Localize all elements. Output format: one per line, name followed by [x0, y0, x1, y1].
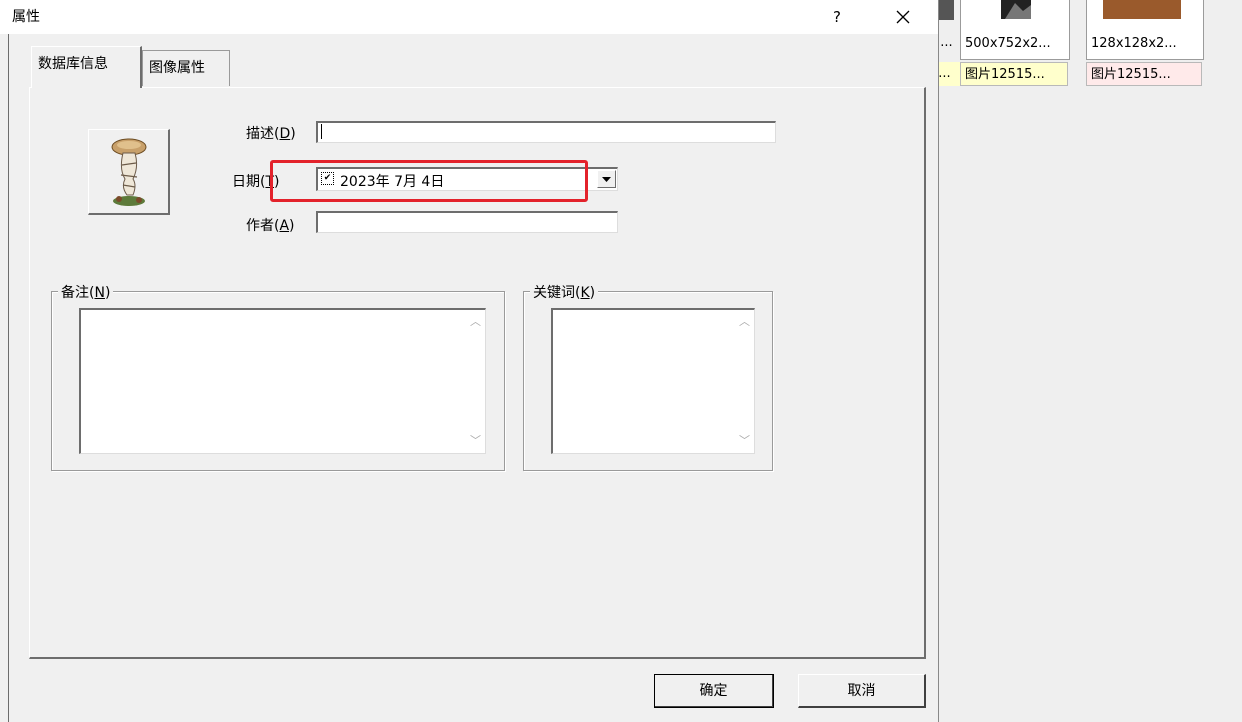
help-button[interactable]: ? [822, 2, 852, 32]
mushroom-image [111, 138, 147, 206]
date-picker[interactable]: ✔ 2023年 7月 4日 [316, 167, 618, 191]
notes-textarea[interactable]: ︿ ﹀ [79, 308, 486, 454]
text-caret [321, 124, 322, 139]
chevron-down-icon [602, 176, 611, 182]
close-icon [896, 10, 910, 24]
scroll-up-icon[interactable]: ︿ [466, 312, 485, 332]
thumbnail-caption: 128x128x2... [1091, 36, 1177, 51]
notes-scrollbar[interactable]: ︿ ﹀ [466, 310, 485, 453]
author-input[interactable] [316, 211, 618, 233]
scroll-down-icon[interactable]: ﹀ [466, 431, 485, 451]
image-preview [88, 129, 170, 215]
keywords-scrollbar[interactable]: ︿ ﹀ [735, 310, 754, 453]
thumbnail-name: 图片12515... [1086, 62, 1202, 86]
description-input[interactable] [316, 121, 776, 143]
date-dropdown-button[interactable] [597, 170, 616, 188]
dialog-title: 属性 [12, 9, 40, 25]
thumbnail-image [1103, 0, 1181, 19]
properties-dialog: 属性 ? 数据库信息 图像属性 描述(D) 日期(T) ✔ 2023年 7月 4… [0, 0, 939, 722]
keywords-textarea[interactable]: ︿ ﹀ [551, 308, 755, 454]
thumbnail-item[interactable]: 500x752x2... [960, 0, 1070, 60]
scroll-down-icon[interactable]: ﹀ [735, 431, 754, 451]
tab-database-info[interactable]: 数据库信息 [31, 46, 142, 88]
date-value: 2023年 7月 4日 [340, 174, 445, 190]
author-label: 作者(A) [246, 218, 295, 234]
date-enabled-checkbox[interactable]: ✔ [321, 172, 334, 185]
thumbnail-image [1001, 0, 1031, 19]
thumbnail-strip: 2... 5... 500x752x2... 图片12515... 128x12… [930, 0, 1242, 90]
ok-button[interactable]: 确定 [654, 674, 774, 708]
cancel-button[interactable]: 取消 [798, 674, 926, 708]
thumbnail-caption: 500x752x2... [965, 36, 1051, 51]
keywords-group: 关键词(K) ︿ ﹀ [523, 282, 773, 471]
date-label: 日期(T) [232, 174, 280, 190]
tab-label: 数据库信息 [38, 56, 108, 72]
close-button[interactable] [886, 2, 920, 32]
tab-label: 图像属性 [149, 60, 205, 76]
thumbnail-item[interactable]: 128x128x2... [1086, 0, 1204, 60]
dialog-titlebar[interactable]: 属性 ? [0, 0, 938, 34]
keywords-label: 关键词(K) [530, 282, 599, 302]
notes-group: 备注(N) ︿ ﹀ [51, 282, 505, 471]
scroll-up-icon[interactable]: ︿ [735, 312, 754, 332]
notes-label: 备注(N) [58, 282, 114, 302]
thumbnail-name: 图片12515... [960, 62, 1068, 86]
tab-image-properties[interactable]: 图像属性 [142, 50, 230, 86]
thumbnail-image [938, 0, 954, 20]
description-label: 描述(D) [246, 126, 296, 142]
